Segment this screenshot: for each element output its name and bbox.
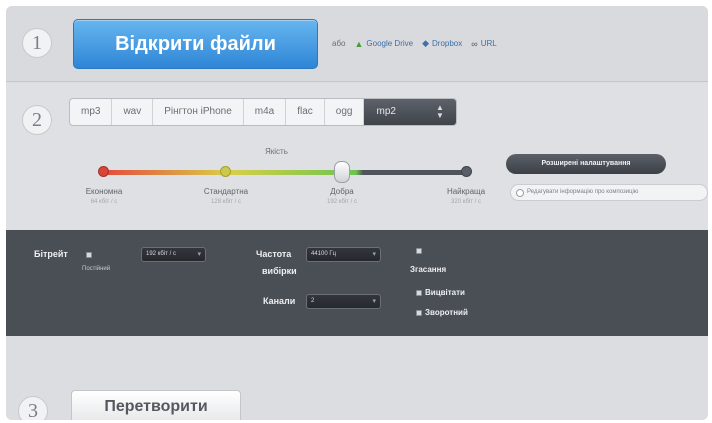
step-number-1: 1: [22, 28, 52, 58]
fade-checkbox[interactable]: [416, 248, 422, 254]
format-tab-iphone-ringtone[interactable]: Рінгтон iPhone: [153, 99, 244, 125]
bitrate-constant-label: Постійний: [82, 266, 111, 272]
reverse-checkbox[interactable]: [416, 310, 422, 316]
bitrate-select[interactable]: 192 кбіт / с: [141, 247, 206, 262]
quality-title: Якість: [265, 147, 288, 156]
frequency-select[interactable]: 44100 Гц: [306, 247, 381, 262]
quality-slider-thumb[interactable]: [334, 161, 350, 183]
quality-sub-good: 192 кбіт / с: [327, 199, 357, 205]
advanced-settings-panel: Бітрейт Постійний 192 кбіт / с Частота в…: [6, 230, 708, 336]
step-convert-section: 3 Перетворити: [6, 336, 708, 420]
quality-stop-standard[interactable]: [220, 166, 231, 177]
quality-sub-standard: 128 кбіт / с: [211, 199, 241, 205]
fade-in-label: Вицвітати: [425, 288, 465, 297]
bitrate-label: Бітрейт: [34, 249, 68, 259]
format-select-more[interactable]: mp2 ▲ ▼: [364, 99, 456, 125]
fade-in-checkbox[interactable]: [416, 290, 422, 296]
format-tabs: mp3 wav Рінгтон iPhone m4a flac ogg mp2 …: [69, 98, 457, 126]
format-tab-wav[interactable]: wav: [112, 99, 154, 125]
quality-sub-best: 320 кбіт / с: [451, 199, 481, 205]
google-drive-link[interactable]: ▲ Google Drive: [354, 39, 413, 49]
format-tab-ogg[interactable]: ogg: [325, 99, 365, 125]
format-select-value: mp2: [376, 106, 396, 117]
fade-label: Згасання: [410, 265, 447, 274]
step-open-files-section: 1 Відкрити файли або ▲ Google Drive ◆ Dr…: [6, 6, 708, 82]
url-link[interactable]: ∞ URL: [471, 39, 496, 49]
bitrate-constant-checkbox[interactable]: [86, 252, 92, 258]
link-icon: ∞: [471, 38, 478, 49]
up-down-arrows-icon: ▲ ▼: [435, 103, 444, 120]
file-sources: або ▲ Google Drive ◆ Dropbox ∞ URL: [332, 38, 497, 49]
app-window: 1 Відкрити файли або ▲ Google Drive ◆ Dr…: [6, 6, 708, 420]
advanced-settings-button[interactable]: Розширені налаштування: [506, 154, 666, 174]
open-files-button[interactable]: Відкрити файли: [73, 19, 318, 69]
quality-label-best: Найкраща: [446, 187, 486, 196]
edit-track-info-option[interactable]: Редагувати інформацію про композицію: [510, 184, 708, 201]
quality-sub-economy: 64 кбіт / с: [90, 199, 118, 205]
google-drive-icon: ▲: [354, 38, 364, 49]
quality-stop-best[interactable]: [461, 166, 472, 177]
channels-label: Канали: [263, 296, 296, 306]
quality-label-good: Добра: [330, 187, 354, 196]
quality-slider-track[interactable]: [101, 170, 465, 175]
step-number-3: 3: [18, 396, 48, 420]
quality-stop-economy[interactable]: [98, 166, 109, 177]
format-tab-mp3[interactable]: mp3: [70, 99, 113, 125]
step-number-2: 2: [22, 105, 52, 135]
quality-label-economy: Економна: [85, 187, 123, 196]
or-label: або: [332, 39, 346, 48]
format-tab-m4a[interactable]: m4a: [244, 99, 287, 125]
dropbox-link[interactable]: ◆ Dropbox: [422, 38, 462, 49]
convert-button[interactable]: Перетворити: [71, 390, 241, 420]
quality-label-standard: Стандартна: [203, 187, 249, 196]
dropbox-icon: ◆: [422, 38, 430, 48]
format-tab-flac[interactable]: flac: [286, 99, 325, 125]
reverse-label: Зворотний: [425, 308, 468, 317]
step-format-section: 2 mp3 wav Рінгтон iPhone m4a flac ogg mp…: [6, 83, 708, 230]
frequency-label: Частота: [256, 249, 292, 259]
channels-select[interactable]: 2: [306, 294, 381, 309]
frequency-sub-label: вибірки: [262, 266, 297, 276]
